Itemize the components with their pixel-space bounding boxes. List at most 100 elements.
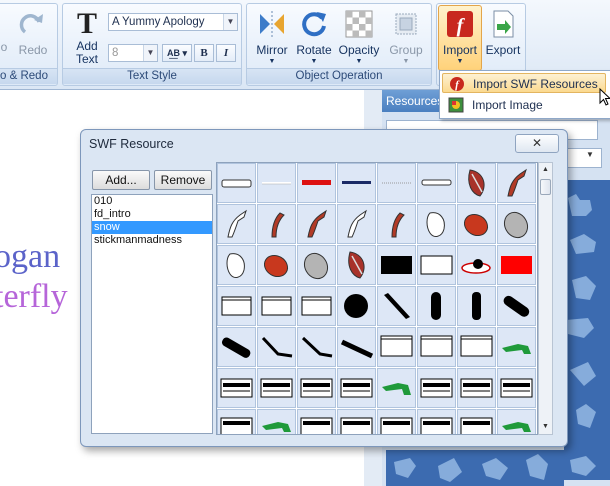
resource-thumb[interactable] [497,368,536,408]
import-image-item[interactable]: Import Image [442,95,606,115]
resource-thumb[interactable] [217,286,256,326]
resource-thumb[interactable] [217,163,256,203]
thumb-shape [421,179,452,186]
resource-thumb[interactable] [297,204,336,244]
redo-button[interactable]: Redo [13,8,53,57]
resource-thumb[interactable] [377,286,416,326]
resource-thumb[interactable] [417,409,456,434]
resource-thumb[interactable] [457,286,496,326]
resource-thumb[interactable] [337,286,376,326]
resource-thumb[interactable] [297,368,336,408]
resource-thumb[interactable] [497,327,536,367]
font-name-select[interactable]: A Yummy Apology ▼ [108,13,238,31]
undo-button[interactable]: o [0,8,9,54]
resource-thumb[interactable] [417,286,456,326]
add-button[interactable]: Add... [92,170,150,190]
resource-thumb[interactable] [457,327,496,367]
resource-thumb[interactable] [377,163,416,203]
resource-thumb[interactable] [217,327,256,367]
close-icon: ✕ [531,136,543,150]
remove-button[interactable]: Remove [154,170,212,190]
resource-thumb[interactable] [257,368,296,408]
resource-thumb[interactable] [457,368,496,408]
scroll-down-arrow-icon[interactable]: ▼ [539,420,552,434]
thumb-shape [221,337,251,358]
resource-thumb[interactable] [497,204,536,244]
resource-thumb[interactable] [417,163,456,203]
resource-thumb[interactable] [297,327,336,367]
resource-thumb[interactable] [337,327,376,367]
canvas-text-line-1[interactable]: ogan [0,238,60,276]
resource-thumb[interactable] [457,245,496,285]
list-item[interactable]: fd_intro [92,208,212,221]
resource-thumb[interactable] [297,163,336,203]
resource-thumb[interactable] [337,368,376,408]
resource-thumb[interactable] [337,163,376,203]
resource-thumb[interactable] [217,204,256,244]
resource-thumb[interactable] [497,245,536,285]
resource-thumb[interactable] [377,245,416,285]
list-item[interactable]: stickmanmadness [92,234,212,247]
resource-thumb[interactable] [497,409,536,434]
resource-thumb[interactable] [337,204,376,244]
resource-thumb[interactable] [417,368,456,408]
opacity-button[interactable]: Opacity ▼ [335,8,383,66]
resource-thumb[interactable] [257,327,296,367]
thumb-shape [420,255,453,275]
resource-thumb[interactable] [497,286,536,326]
resource-thumb[interactable] [457,163,496,203]
resource-thumb[interactable] [417,204,456,244]
list-item[interactable]: 010 [92,195,212,208]
add-text-button[interactable]: T Add Text [69,8,105,66]
resource-thumb[interactable] [257,163,296,203]
resource-thumb[interactable] [257,245,296,285]
rotate-button[interactable]: Rotate ▼ [293,8,335,66]
group-button[interactable]: Group ▼ [385,8,427,66]
thumb-shape [262,422,291,432]
resource-thumb[interactable] [457,204,496,244]
resource-thumb[interactable] [337,409,376,434]
export-button[interactable]: Export [482,8,524,57]
swf-resource-dialog: SWF Resource ✕ Add... Remove 010 fd_intr… [80,129,568,447]
grid-scrollbar[interactable]: ▲ ▼ [538,162,553,435]
import-button[interactable]: f Import ▼ [438,5,482,71]
resource-thumb[interactable] [417,245,456,285]
bold-button[interactable]: B [194,44,214,62]
image-icon [448,97,464,113]
scroll-thumb[interactable] [540,179,551,195]
text-spacing-button[interactable]: A͟B ▾ [162,44,192,62]
resource-thumb[interactable] [297,245,336,285]
close-button[interactable]: ✕ [515,134,559,153]
resource-thumb[interactable] [297,409,336,434]
resource-thumb[interactable] [497,163,536,203]
import-swf-resources-item[interactable]: f Import SWF Resources [442,73,606,93]
canvas-text-line-2[interactable]: terfly [0,278,68,316]
resource-thumb[interactable] [217,245,256,285]
list-item-selected[interactable]: snow [92,221,212,234]
resource-thumb[interactable] [257,204,296,244]
thumb-shape [220,417,253,434]
scroll-up-arrow-icon[interactable]: ▲ [539,163,552,177]
mirror-button[interactable]: Mirror ▼ [251,8,293,66]
thumb-shape [221,179,252,188]
thumb-shape [221,296,252,316]
resource-thumb[interactable] [297,286,336,326]
resources-tab[interactable]: Resources [386,94,443,108]
resource-thumb[interactable] [217,409,256,434]
chevron-down-icon: ▼ [456,58,464,65]
resource-thumb[interactable] [217,368,256,408]
undo-label: o [0,40,8,54]
resource-thumb[interactable] [257,286,296,326]
swf-file-list[interactable]: 010 fd_intro snow stickmanmadness [91,194,213,434]
resource-thumb[interactable] [257,409,296,434]
font-size-select[interactable]: 8 ▼ [108,44,158,62]
resource-thumb[interactable] [377,368,416,408]
resource-thumb[interactable] [377,409,416,434]
resource-thumb[interactable] [457,409,496,434]
resource-thumb[interactable] [377,204,416,244]
resource-thumb[interactable] [337,245,376,285]
resource-thumb[interactable] [417,327,456,367]
resource-thumb[interactable] [377,327,416,367]
text-style-group: T Add Text A Yummy Apology ▼ 8 ▼ A͟B ▾ B… [62,3,242,86]
italic-button[interactable]: I [216,44,236,62]
